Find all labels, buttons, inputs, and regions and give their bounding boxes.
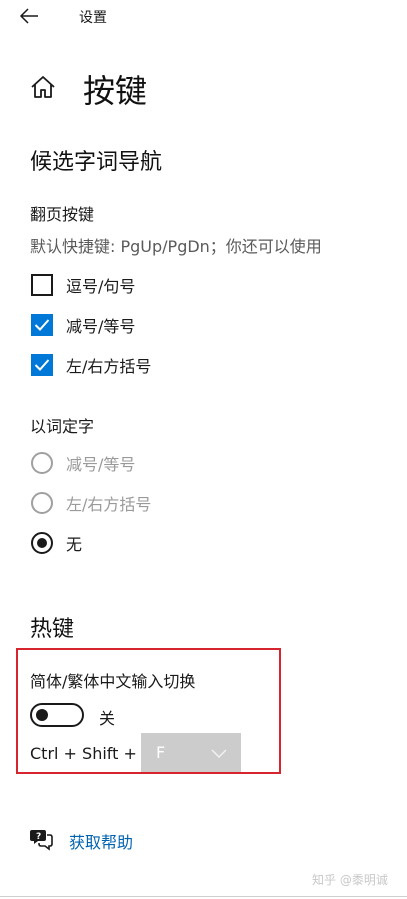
toggle-state-label: 关: [99, 709, 116, 728]
page-title: 按键: [83, 72, 148, 110]
checkbox-minus-equal[interactable]: 减号/等号: [31, 310, 135, 340]
word-select-label: 以词定字: [30, 417, 95, 436]
svg-text:?: ?: [36, 832, 41, 842]
watermark: 知乎 @黍明诚: [312, 873, 388, 887]
checkmark-icon: [34, 359, 50, 371]
radio-minus-equal[interactable]: 减号/等号: [31, 448, 135, 478]
checkmark-icon: [34, 319, 50, 331]
chinese-switch-toggle[interactable]: [30, 703, 84, 727]
hotkeys-title: 热键: [30, 617, 75, 642]
checkbox-box[interactable]: [31, 314, 53, 336]
shortcut-prefix: Ctrl + Shift +: [30, 744, 137, 763]
toggle-knob: [36, 709, 48, 721]
chevron-down-icon: [211, 749, 227, 759]
radio-dot: [37, 538, 47, 548]
radio-label: 无: [66, 535, 83, 554]
home-icon: [31, 76, 55, 98]
paging-label: 翻页按键: [30, 205, 95, 224]
checkbox-brackets[interactable]: 左/右方括号: [31, 350, 151, 380]
shortcut-key-dropdown[interactable]: F: [141, 733, 241, 772]
radio-circle[interactable]: [31, 452, 53, 474]
radio-none[interactable]: 无: [31, 528, 82, 558]
get-help-link[interactable]: 获取帮助: [69, 829, 133, 853]
radio-label: 减号/等号: [66, 455, 136, 474]
paging-description: 默认快捷键: PgUp/PgDn；你还可以使用: [30, 237, 322, 256]
radio-circle[interactable]: [31, 532, 53, 554]
bottom-divider: [0, 896, 407, 897]
shortcut-key-value: F: [156, 743, 166, 762]
back-arrow-icon[interactable]: [18, 6, 40, 26]
checkbox-box[interactable]: [31, 354, 53, 376]
candidate-nav-title: 候选字词导航: [30, 150, 163, 175]
checkbox-label: 左/右方括号: [66, 357, 152, 376]
window-title: 设置: [79, 10, 107, 26]
switch-setting-label: 简体/繁体中文输入切换: [30, 672, 196, 691]
help-chat-icon: ?: [30, 830, 53, 851]
radio-circle[interactable]: [31, 492, 53, 514]
checkbox-box[interactable]: [31, 274, 53, 296]
radio-brackets[interactable]: 左/右方括号: [31, 488, 151, 518]
checkbox-label: 逗号/句号: [66, 277, 136, 296]
checkbox-comma-period[interactable]: 逗号/句号: [31, 270, 135, 300]
checkbox-label: 减号/等号: [66, 317, 136, 336]
radio-label: 左/右方括号: [66, 495, 152, 514]
